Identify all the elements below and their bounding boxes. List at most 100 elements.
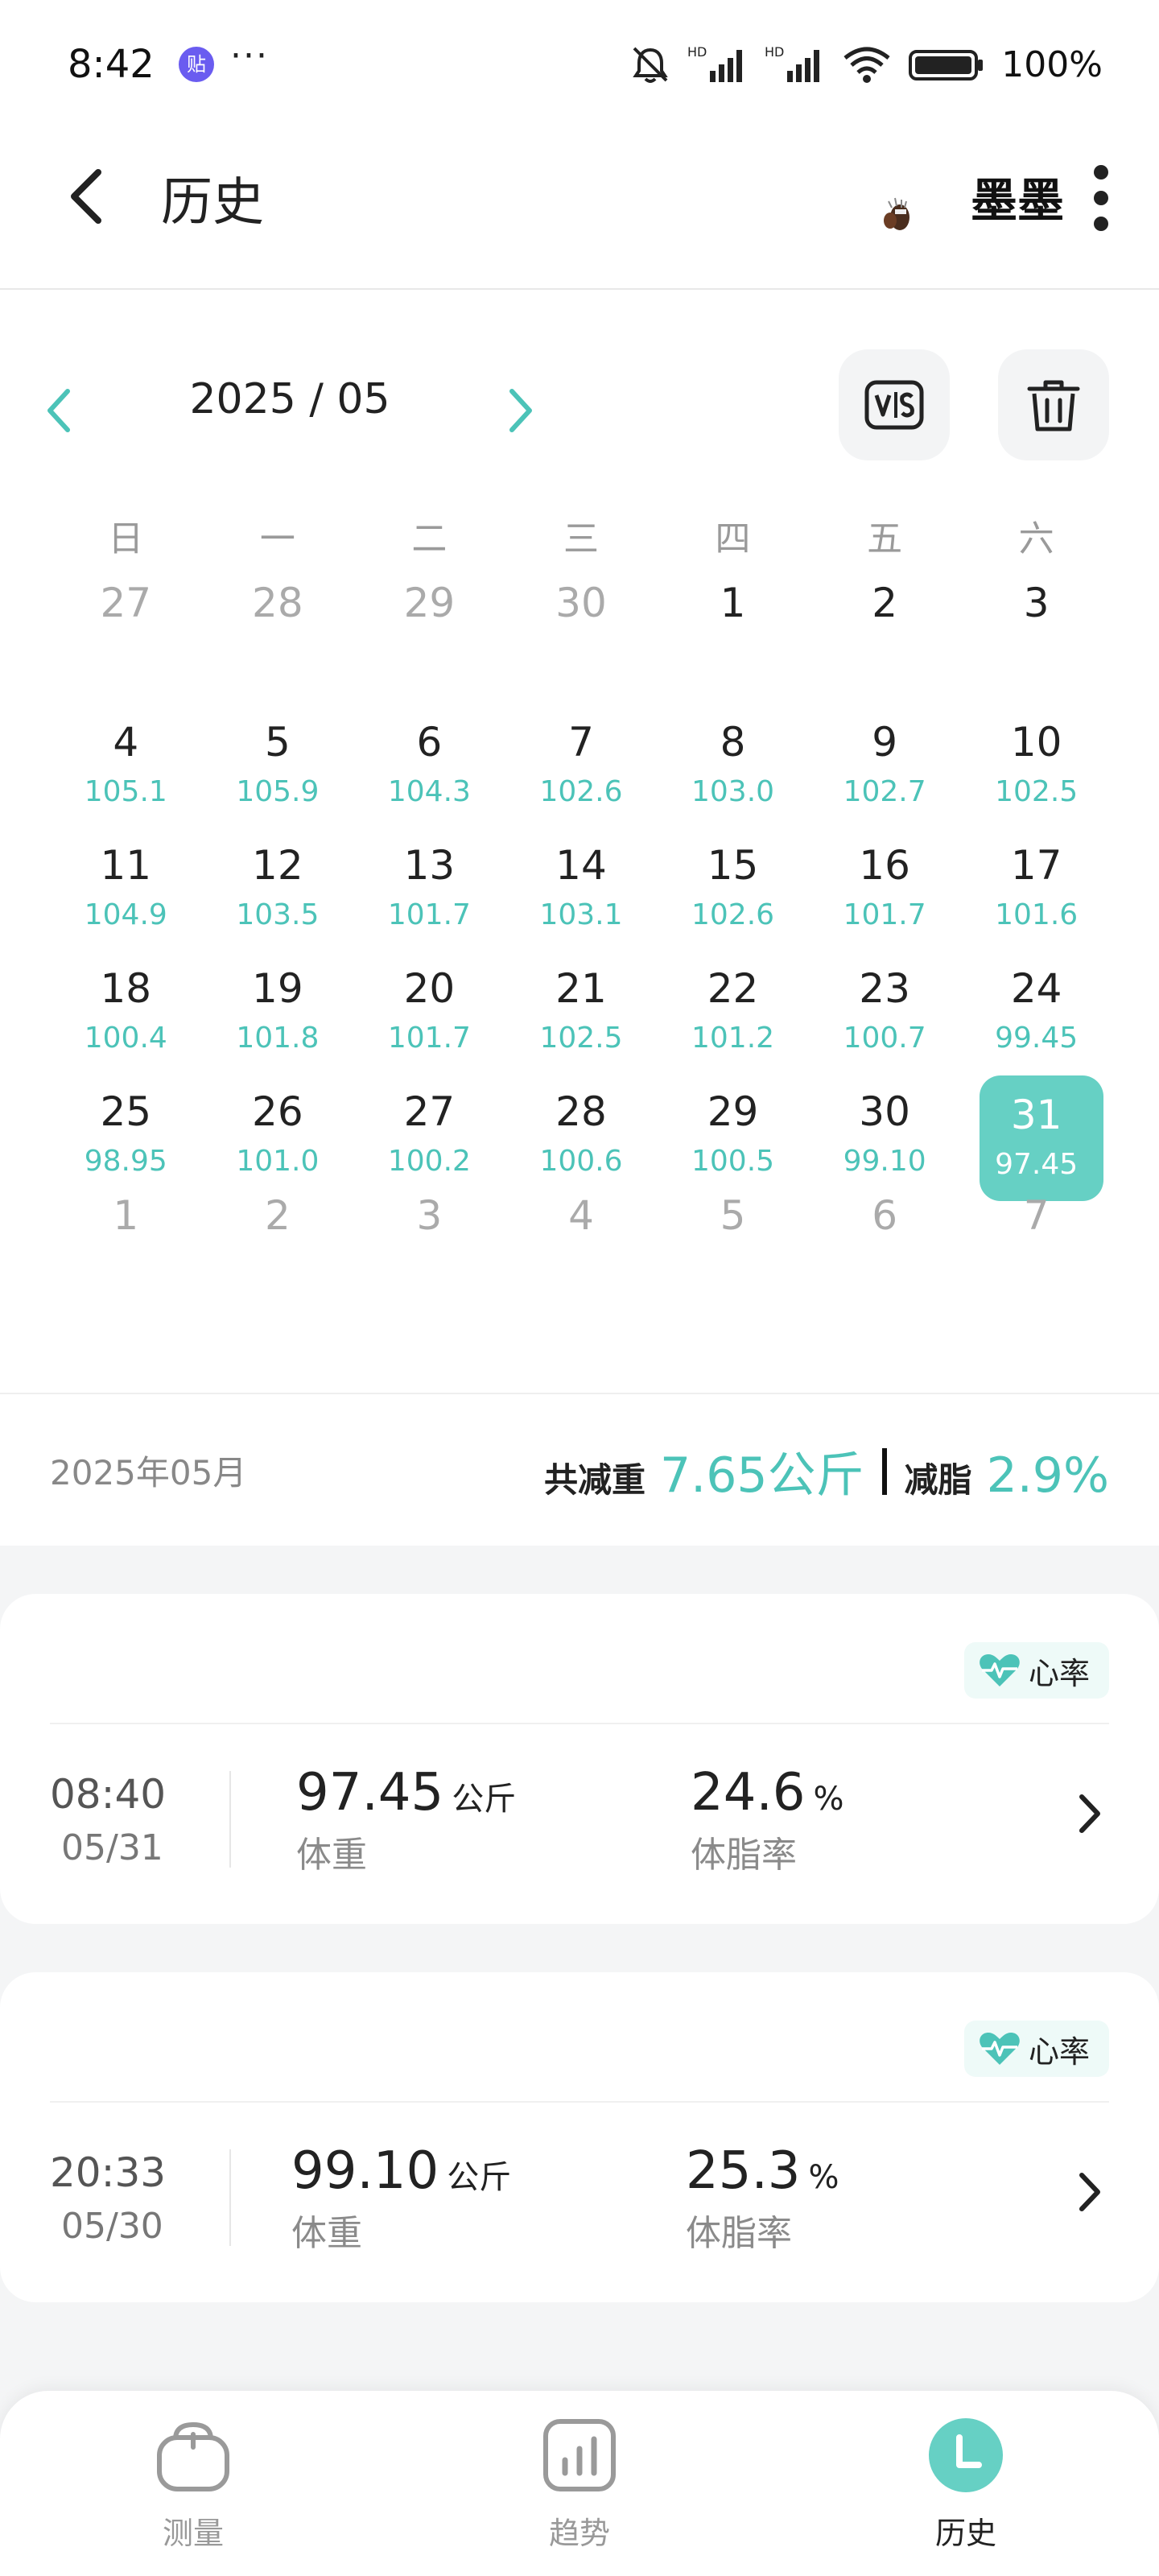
user-avatar[interactable] <box>853 161 934 242</box>
calendar-day[interactable]: 9 102.7 <box>809 695 961 818</box>
calendar-day[interactable]: 21 102.5 <box>505 941 658 1064</box>
user-name[interactable]: 墨墨 <box>971 163 1064 230</box>
calendar-day[interactable]: 3 <box>353 1187 505 1311</box>
calendar-day-selected[interactable]: 31 97.45 <box>960 1064 1112 1201</box>
more-options-icon[interactable] <box>1083 158 1119 238</box>
day-number: 16 <box>859 842 910 889</box>
calendar-day[interactable]: 4 105.1 <box>50 695 202 818</box>
day-number: 27 <box>403 1088 456 1135</box>
weight-value: 99.10 <box>291 2141 439 2201</box>
calendar-day[interactable]: 27 <box>50 572 202 695</box>
nav-history-label: 历史 <box>934 2516 996 2551</box>
day-number: 6 <box>416 719 443 766</box>
weight-value: 97.45 <box>296 1763 444 1823</box>
record-separator <box>229 1771 231 1868</box>
calendar-day[interactable]: 16 101.7 <box>809 818 961 941</box>
day-number: 14 <box>555 842 607 889</box>
calendar-day[interactable]: 6 <box>809 1187 961 1311</box>
month-summary: 2025年05月 共减重 7.65公斤 减脂 2.9% <box>0 1393 1159 1546</box>
nav-trend[interactable]: 趋势 <box>499 2415 660 2553</box>
body-fat-unit: % <box>813 1781 844 1818</box>
history-page: 8:42 贴 ··· HD HD 100% 历史 墨墨 2025 / 05 日 … <box>0 0 1159 2576</box>
nav-measure[interactable]: 测量 <box>113 2415 274 2553</box>
calendar-day[interactable]: 17 101.6 <box>960 818 1112 941</box>
month-navigation: 2025 / 05 <box>0 346 1159 475</box>
chevron-right-icon[interactable] <box>1070 1785 1109 1842</box>
nav-measure-label: 测量 <box>162 2516 224 2551</box>
calendar-day[interactable]: 14 103.1 <box>505 818 658 941</box>
calendar-day[interactable]: 28 100.6 <box>505 1064 658 1187</box>
day-number: 13 <box>403 842 456 889</box>
calendar-day[interactable]: 7 <box>960 1187 1112 1311</box>
calendar-day[interactable]: 11 104.9 <box>50 818 202 941</box>
app-header: 历史 墨墨 <box>0 129 1159 290</box>
calendar-day[interactable]: 7 102.6 <box>505 695 658 818</box>
weekday-label: 三 <box>563 518 599 559</box>
chevron-right-icon[interactable] <box>1070 2164 1109 2220</box>
calendar-day[interactable]: 8 103.0 <box>657 695 809 818</box>
calendar-day[interactable]: 5 105.9 <box>202 695 354 818</box>
day-weight-value: 99.10 <box>843 1145 926 1178</box>
calendar-day[interactable]: 30 <box>505 572 658 695</box>
calendar-day[interactable]: 2 <box>202 1187 354 1311</box>
prev-month-button[interactable] <box>35 378 84 443</box>
delete-button[interactable] <box>998 349 1109 460</box>
weekday-label: 一 <box>259 518 295 559</box>
calendar-day[interactable]: 10 102.5 <box>960 695 1112 818</box>
calendar-day[interactable]: 30 99.10 <box>809 1064 961 1187</box>
day-number: 24 <box>1010 965 1062 1012</box>
calendar-week: 4 105.1 5 105.9 6 104.3 7 102.6 8 103.0 9 102.7 10 10… <box>50 695 1112 818</box>
calendar-day[interactable]: 20 101.7 <box>353 941 505 1064</box>
weight-unit: 公斤 <box>447 2159 512 2196</box>
fat-loss-value: 2.9% <box>986 1447 1109 1504</box>
day-weight-value: 100.6 <box>539 1145 623 1178</box>
calendar-day[interactable]: 19 101.8 <box>202 941 354 1064</box>
calendar-day[interactable]: 6 104.3 <box>353 695 505 818</box>
record-date: 05/30 <box>61 2206 163 2247</box>
calendar-day[interactable]: 29 <box>353 572 505 695</box>
calendar-day[interactable]: 24 99.45 <box>960 941 1112 1064</box>
signal-hd-1-icon: HD <box>687 44 743 82</box>
calendar-day[interactable]: 1 <box>50 1187 202 1311</box>
day-weight-value: 102.5 <box>995 775 1079 808</box>
calendar-day[interactable]: 28 <box>202 572 354 695</box>
calendar-day[interactable]: 27 100.2 <box>353 1064 505 1187</box>
calendar-day[interactable]: 12 103.5 <box>202 818 354 941</box>
calendar-day[interactable]: 3 <box>960 572 1112 695</box>
status-bar: 8:42 贴 ··· HD HD 100% <box>0 0 1159 129</box>
weekday-label: 二 <box>411 518 448 559</box>
calendar-day[interactable]: 22 101.2 <box>657 941 809 1064</box>
calendar-day[interactable]: 2 <box>809 572 961 695</box>
next-month-button[interactable] <box>496 378 544 443</box>
day-number: 29 <box>403 580 456 626</box>
weekday-label: 四 <box>715 518 751 559</box>
calendar-day[interactable]: 26 101.0 <box>202 1064 354 1187</box>
day-number: 7 <box>568 719 594 766</box>
calendar-day[interactable]: 4 <box>505 1187 658 1311</box>
calendar-day[interactable]: 18 100.4 <box>50 941 202 1064</box>
calendar-day[interactable]: 23 100.7 <box>809 941 961 1064</box>
compare-button[interactable] <box>839 349 950 460</box>
bottom-nav: 测量 趋势 历史 <box>0 2391 1159 2576</box>
day-weight-value: 101.6 <box>995 898 1079 931</box>
calendar-day[interactable]: 13 101.7 <box>353 818 505 941</box>
calendar-day[interactable]: 5 <box>657 1187 809 1311</box>
calendar-day[interactable]: 15 102.6 <box>657 818 809 941</box>
nav-history[interactable]: 历史 <box>885 2415 1046 2553</box>
back-button[interactable] <box>48 156 129 237</box>
calendar-day[interactable]: 1 <box>657 572 809 695</box>
day-number: 2 <box>872 580 897 626</box>
calendar-day[interactable]: 29 100.5 <box>657 1064 809 1187</box>
card-divider <box>50 2101 1109 2103</box>
day-number: 17 <box>1010 842 1062 889</box>
silent-bell-icon <box>633 47 668 83</box>
body-fat-value: 24.6 <box>691 1763 806 1823</box>
day-number: 30 <box>859 1088 910 1135</box>
record-card[interactable]: 心率 08:40 05/31 97.45 公斤 体重 24.6% 体脂率 <box>0 1594 1159 1924</box>
more-notifications-icon: ··· <box>230 35 269 76</box>
day-weight-value: 100.7 <box>843 1022 926 1055</box>
day-number: 28 <box>555 1088 607 1135</box>
record-card[interactable]: 心率 20:33 05/30 99.10 公斤 体重 25.3% 体脂率 <box>0 1972 1159 2302</box>
network-2-text: HD <box>765 44 784 60</box>
calendar-day[interactable]: 25 98.95 <box>50 1064 202 1187</box>
